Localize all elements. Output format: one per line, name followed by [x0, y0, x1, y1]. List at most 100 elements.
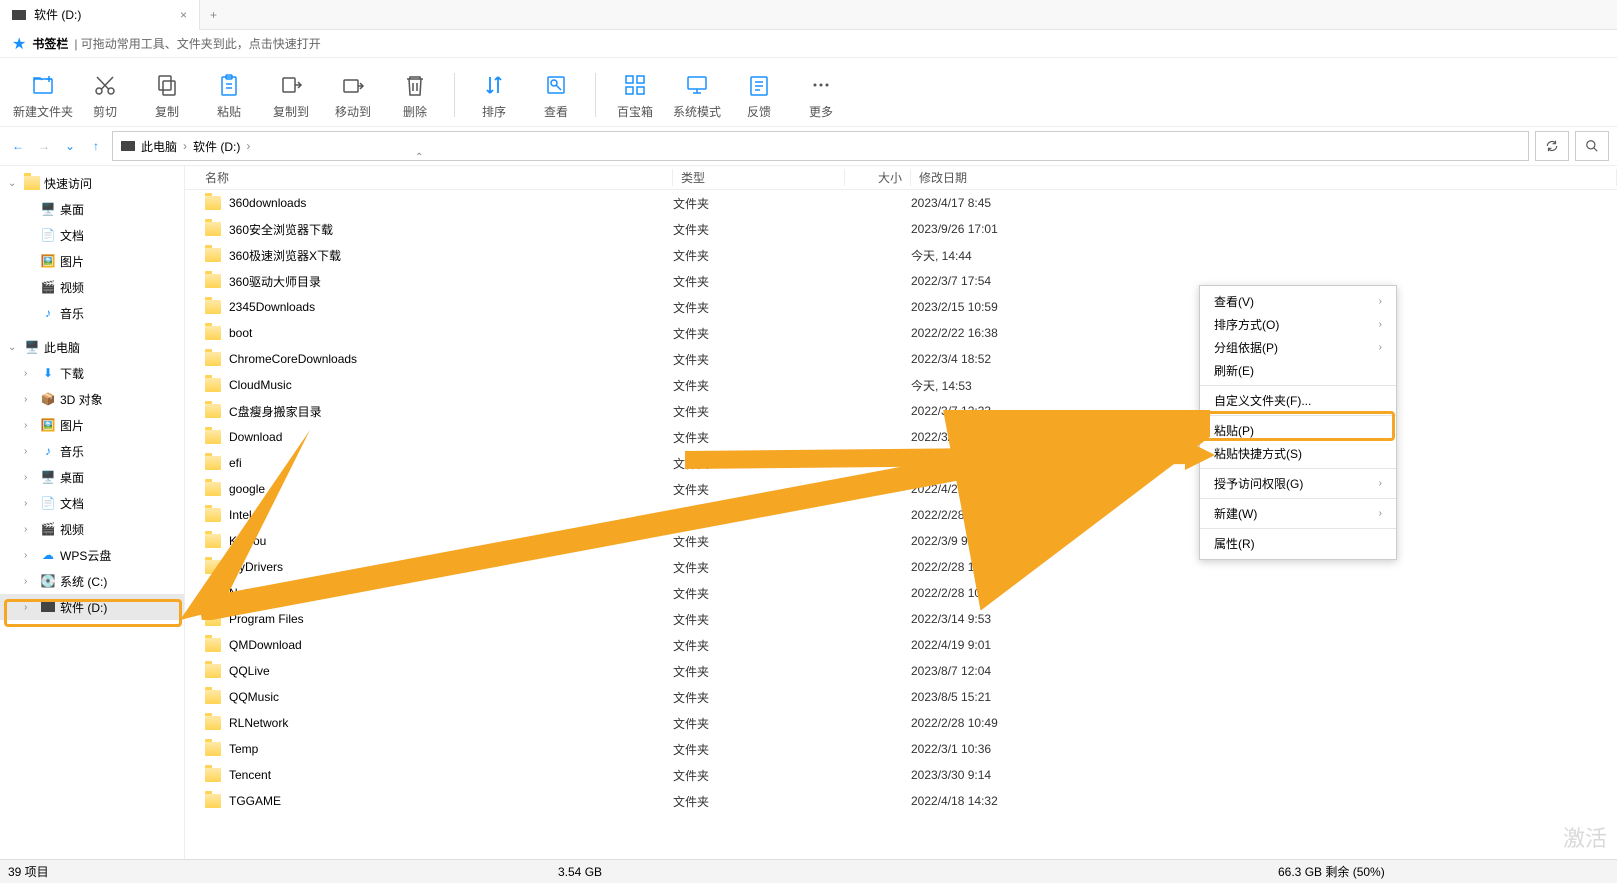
context-item[interactable]: 查看(V)› [1200, 290, 1396, 313]
file-row[interactable]: Tencent文件夹2023/3/30 9:14 [185, 762, 1617, 788]
sidebar-drive-c[interactable]: ›💽系统 (C:) [0, 568, 184, 594]
file-row[interactable]: TGGAME文件夹2022/4/18 14:32 [185, 788, 1617, 814]
active-tab[interactable]: 软件 (D:) × [0, 0, 200, 30]
history-dropdown[interactable]: ⌄ [60, 136, 80, 156]
file-row[interactable]: 360downloads文件夹2023/4/17 8:45 [185, 190, 1617, 216]
up-button[interactable]: ↑ [86, 136, 106, 156]
tab-bar: 软件 (D:) × + [0, 0, 1617, 30]
file-row[interactable]: Program Files文件夹2022/3/14 9:53 [185, 606, 1617, 632]
context-item[interactable]: 属性(R) [1200, 532, 1396, 555]
file-type: 文件夹 [673, 637, 845, 654]
sort-button[interactable]: 排序 [463, 66, 525, 124]
cut-button[interactable]: 剪切 [74, 66, 136, 124]
file-row[interactable]: 2345Downloads文件夹2023/2/15 10:59 [185, 294, 1617, 320]
file-row[interactable]: QMDownload文件夹2022/4/19 9:01 [185, 632, 1617, 658]
context-separator [1200, 498, 1396, 499]
feedback-button[interactable]: 反馈 [728, 66, 790, 124]
drive-icon [12, 10, 26, 20]
col-type[interactable]: 类型 [673, 169, 845, 186]
close-tab-icon[interactable]: × [180, 8, 187, 22]
file-row[interactable]: ChromeCoreDownloads文件夹2022/3/4 18:52 [185, 346, 1617, 372]
sidebar-pictures-2[interactable]: ›🖼️图片 [0, 412, 184, 438]
file-type: 文件夹 [673, 221, 845, 238]
sidebar-downloads[interactable]: ›⬇下载 [0, 360, 184, 386]
context-item[interactable]: 排序方式(O)› [1200, 313, 1396, 336]
file-row[interactable]: 360安全浏览器下载文件夹2023/9/26 17:01 [185, 216, 1617, 242]
file-list[interactable]: 360downloads文件夹2023/4/17 8:45360安全浏览器下载文… [185, 190, 1617, 859]
breadcrumb-pc[interactable]: 此电脑 [141, 138, 177, 155]
chevron-right-icon: › [1379, 478, 1382, 489]
toolbox-icon [621, 71, 649, 99]
sidebar-music-2[interactable]: ›♪音乐 [0, 438, 184, 464]
col-size[interactable]: 大小 [845, 169, 911, 186]
sidebar-music[interactable]: ♪音乐 [0, 300, 184, 326]
paste-button[interactable]: 粘贴 [198, 66, 260, 124]
back-button[interactable]: ← [8, 136, 28, 156]
file-name: CloudMusic [229, 378, 292, 392]
sidebar-pictures[interactable]: 🖼️图片 [0, 248, 184, 274]
new-folder-button[interactable]: 新建文件夹 [12, 66, 74, 124]
music-icon: ♪ [40, 443, 56, 459]
system-mode-button[interactable]: 系统模式 [666, 66, 728, 124]
file-row[interactable]: 360极速浏览器X下载文件夹今天, 14:44 [185, 242, 1617, 268]
view-button[interactable]: 查看 [525, 66, 587, 124]
context-item[interactable]: 粘贴(P) [1200, 419, 1396, 442]
sidebar-3d-objects[interactable]: ›📦3D 对象 [0, 386, 184, 412]
context-item[interactable]: 新建(W)› [1200, 502, 1396, 525]
sidebar-videos[interactable]: 🎬视频 [0, 274, 184, 300]
sidebar-quick-access[interactable]: ⌄快速访问 [0, 170, 184, 196]
file-row[interactable]: KuGou文件夹2022/3/9 9:30 [185, 528, 1617, 554]
separator [454, 73, 455, 117]
sidebar-drive-d[interactable]: ›软件 (D:) [0, 594, 184, 620]
file-row[interactable]: google文件夹2022/4/22 11:07 [185, 476, 1617, 502]
file-row[interactable]: efi文件夹2022/2/22 16:40 [185, 450, 1617, 476]
file-row[interactable]: Temp文件夹2022/3/1 10:36 [185, 736, 1617, 762]
file-date: 2023/4/17 8:45 [911, 196, 1617, 210]
sidebar-videos-2[interactable]: ›🎬视频 [0, 516, 184, 542]
sidebar-this-pc[interactable]: ⌄🖥️此电脑 [0, 334, 184, 360]
context-item[interactable]: 授予访问权限(G)› [1200, 472, 1396, 495]
sidebar-wps-cloud[interactable]: ›☁WPS云盘 [0, 542, 184, 568]
copy-button[interactable]: 复制 [136, 66, 198, 124]
col-date[interactable]: 修改日期 [911, 169, 1617, 186]
more-button[interactable]: 更多 [790, 66, 852, 124]
context-separator [1200, 468, 1396, 469]
file-row[interactable]: RLNetwork文件夹2022/2/28 10:49 [185, 710, 1617, 736]
new-tab-button[interactable]: + [200, 8, 227, 22]
file-type: 文件夹 [673, 247, 845, 264]
sort-icon [480, 71, 508, 99]
copy-to-button[interactable]: 复制到 [260, 66, 322, 124]
nav-row: ← → ⌄ ↑ 此电脑 › 软件 (D:) › [0, 126, 1617, 166]
sidebar-desktop[interactable]: 🖥️桌面 [0, 196, 184, 222]
sidebar-documents-2[interactable]: ›📄文档 [0, 490, 184, 516]
file-row[interactable]: QQMusic文件夹2023/8/5 15:21 [185, 684, 1617, 710]
file-row[interactable]: Download文件夹2022/3/11 14:44 [185, 424, 1617, 450]
breadcrumb-drive[interactable]: 软件 (D:) [193, 138, 240, 155]
toolbox-button[interactable]: 百宝箱 [604, 66, 666, 124]
context-item[interactable]: 粘贴快捷方式(S) [1200, 442, 1396, 465]
file-row[interactable]: C盘瘦身搬家目录文件夹2022/3/7 12:33 [185, 398, 1617, 424]
sidebar-documents[interactable]: 📄文档 [0, 222, 184, 248]
separator [595, 73, 596, 117]
move-to-button[interactable]: 移动到 [322, 66, 384, 124]
sidebar: ⌄快速访问 🖥️桌面 📄文档 🖼️图片 🎬视频 ♪音乐 ⌄🖥️此电脑 ›⬇下载 … [0, 166, 185, 859]
context-item[interactable]: 分组依据(P)› [1200, 336, 1396, 359]
sidebar-desktop-2[interactable]: ›🖥️桌面 [0, 464, 184, 490]
forward-button[interactable]: → [34, 136, 54, 156]
file-row[interactable]: boot文件夹2022/2/22 16:38 [185, 320, 1617, 346]
file-row[interactable]: 360驱动大师目录文件夹2022/3/7 17:54 [185, 268, 1617, 294]
file-row[interactable]: MyDrivers文件夹2022/2/28 10:18 [185, 554, 1617, 580]
refresh-button[interactable] [1535, 131, 1569, 161]
context-item[interactable]: 刷新(E) [1200, 359, 1396, 382]
file-date: 2023/3/30 9:14 [911, 768, 1617, 782]
col-name[interactable]: 名称 [185, 169, 673, 186]
file-date: 2022/3/1 10:36 [911, 742, 1617, 756]
search-button[interactable] [1575, 131, 1609, 161]
address-bar[interactable]: 此电脑 › 软件 (D:) › [112, 131, 1529, 161]
delete-button[interactable]: 删除 [384, 66, 446, 124]
file-row[interactable]: Network文件夹2022/2/28 10:50 [185, 580, 1617, 606]
file-row[interactable]: Intel文件夹2022/2/28 10:19 [185, 502, 1617, 528]
context-item[interactable]: 自定义文件夹(F)... [1200, 389, 1396, 412]
file-row[interactable]: CloudMusic文件夹今天, 14:53 [185, 372, 1617, 398]
file-row[interactable]: QQLive文件夹2023/8/7 12:04 [185, 658, 1617, 684]
